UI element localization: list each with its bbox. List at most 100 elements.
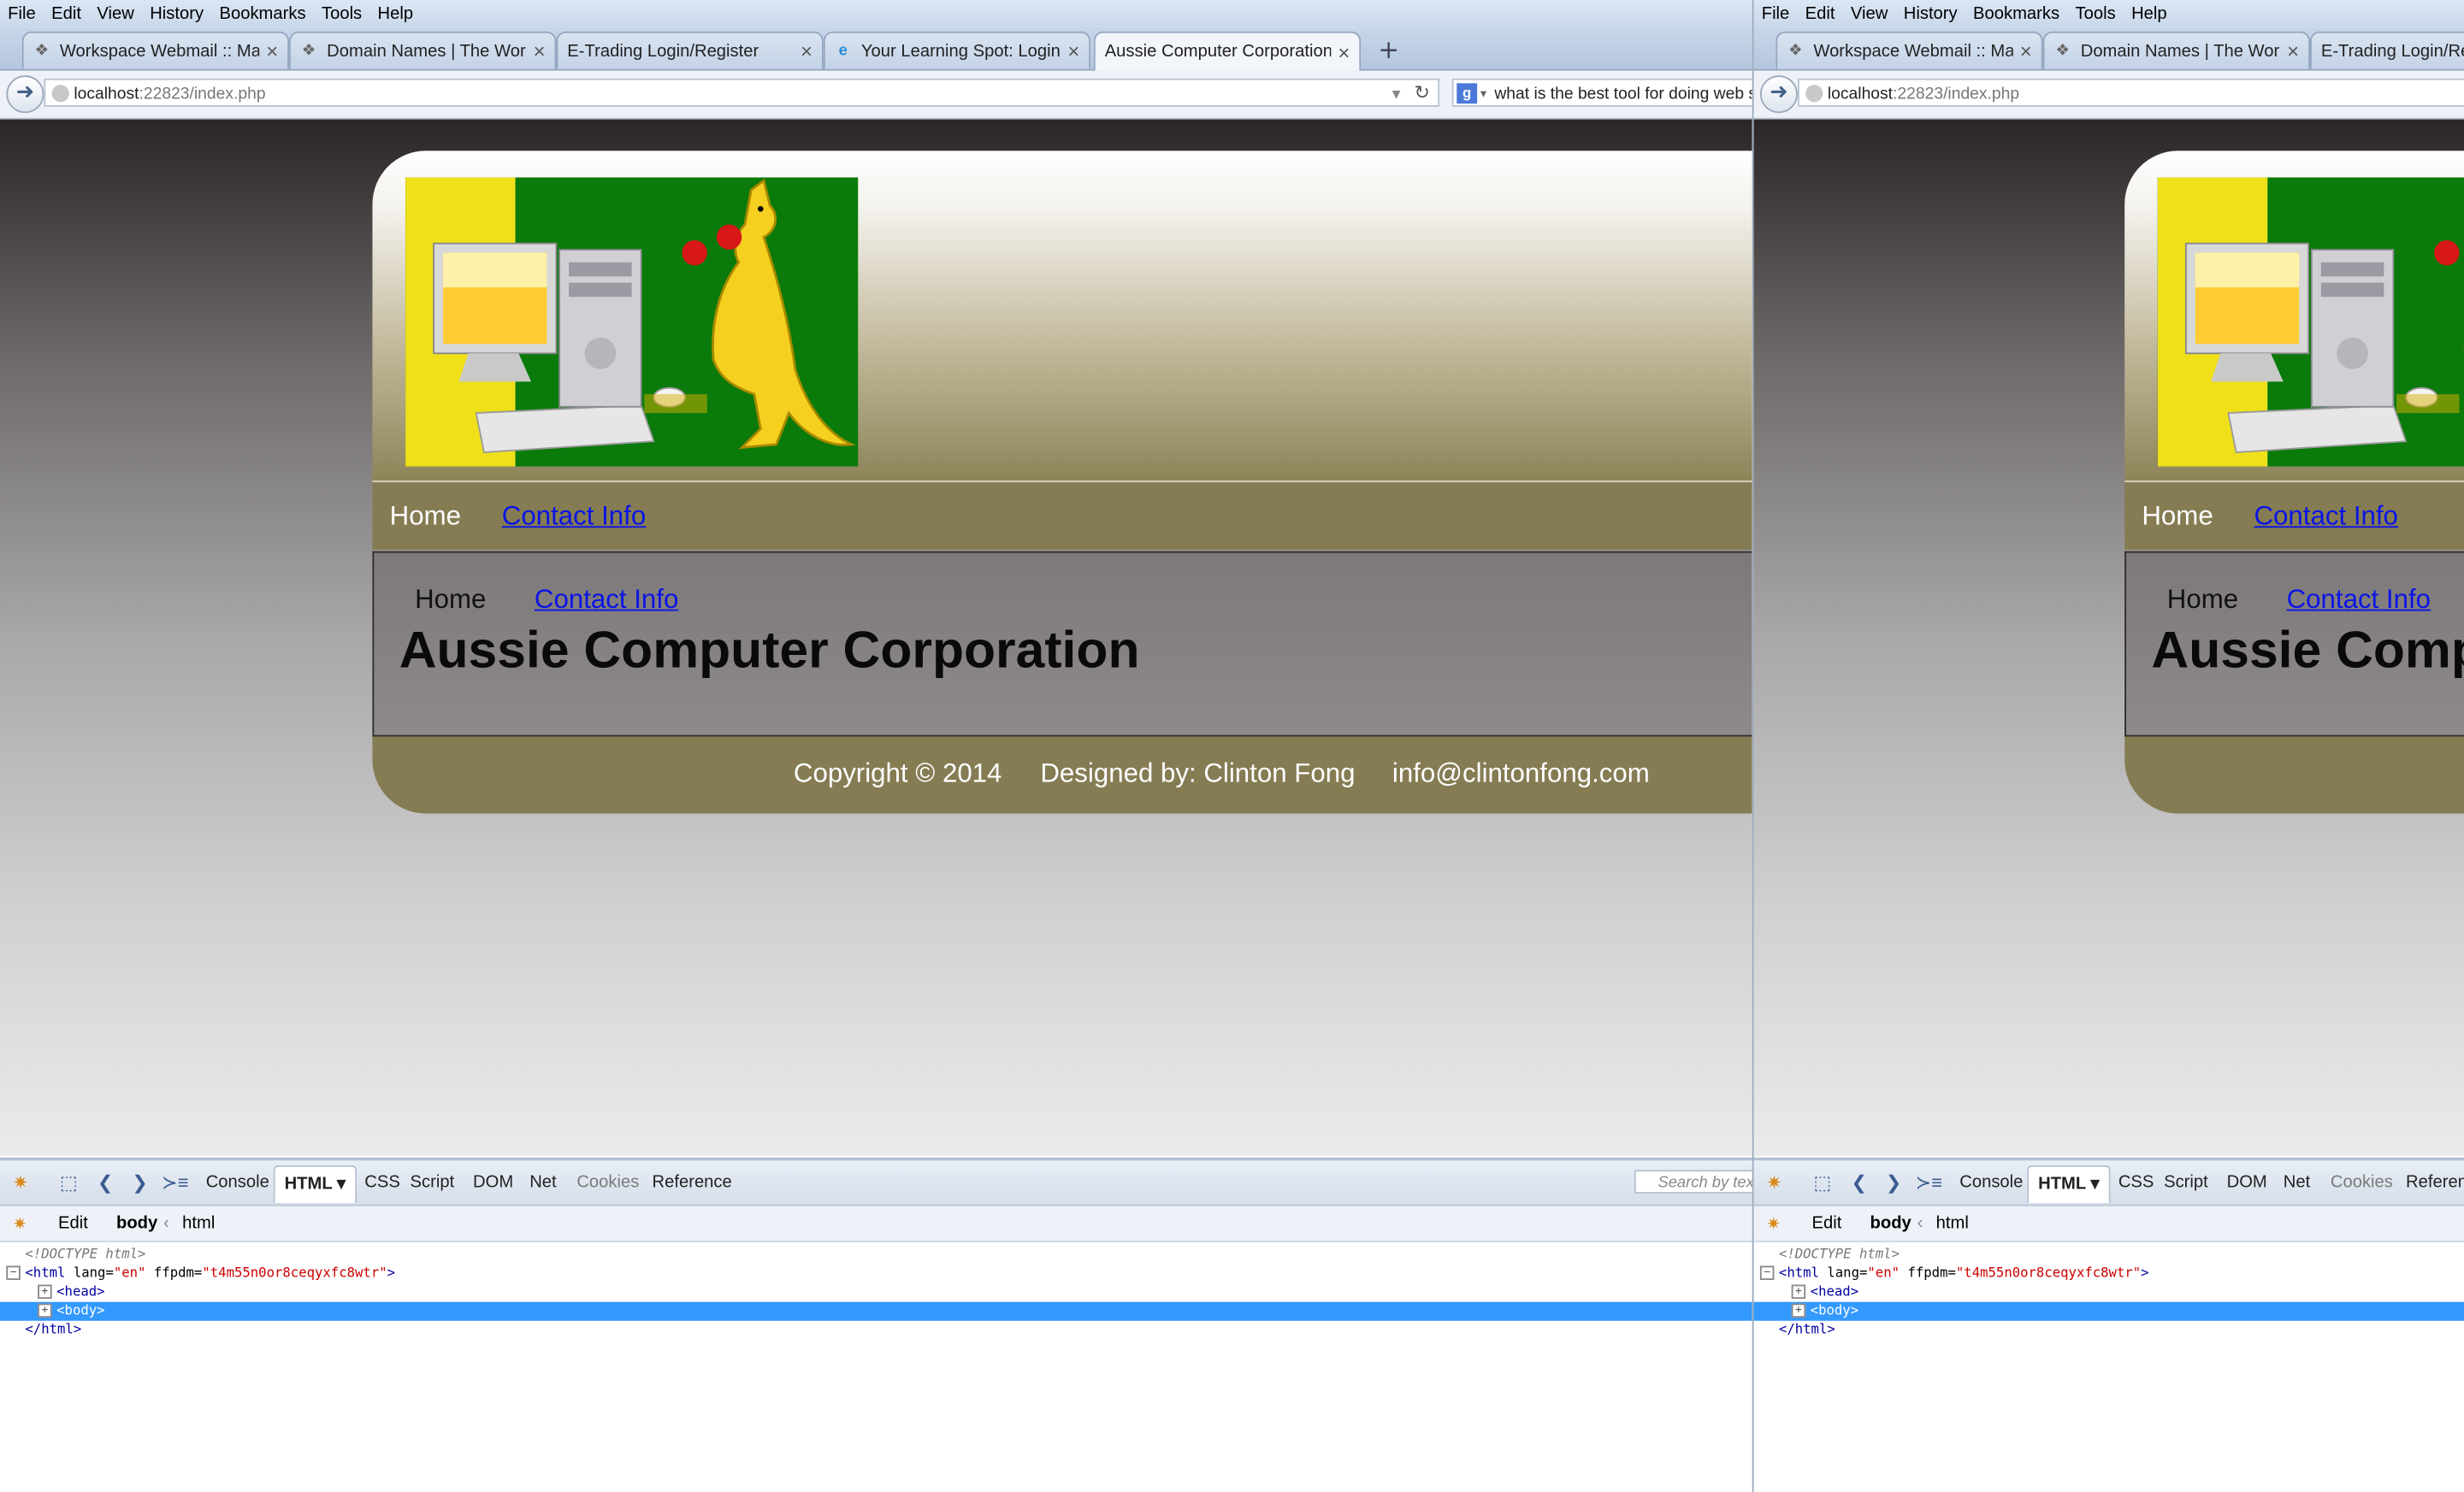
firebug-small-icon[interactable]: ✷: [13, 1214, 27, 1235]
address-bar[interactable]: localhost:22823/index.php ▼ ↻: [44, 78, 1440, 109]
firebug-icon[interactable]: ✷: [13, 1171, 28, 1194]
tab-etrading[interactable]: E-Trading Login/Register ×: [556, 31, 824, 69]
menu-edit[interactable]: Edit: [44, 4, 89, 23]
nav-home[interactable]: Home: [390, 500, 461, 532]
menu-file[interactable]: File: [0, 4, 44, 23]
content-nav-contact-info-link[interactable]: Contact Info: [535, 584, 678, 614]
devtools-tab-net[interactable]: Net: [529, 1173, 556, 1192]
tree-head-node[interactable]: + <head>: [0, 1283, 1752, 1302]
expand-icon[interactable]: +: [1791, 1284, 1806, 1300]
tab-workspace-webmail[interactable]: ❖ Workspace Webmail :: Mail... ×: [1776, 31, 2043, 69]
devtools-tab-net[interactable]: Net: [2284, 1173, 2310, 1192]
tab-etrading[interactable]: E-Trading Login/Register ×: [2309, 31, 2464, 69]
tab-workspace-webmail[interactable]: ❖ Workspace Webmail :: Mail... ×: [21, 31, 290, 69]
close-icon[interactable]: ×: [534, 39, 546, 63]
edit-button[interactable]: Edit: [1812, 1214, 1842, 1233]
devtools-tab-cookies[interactable]: Cookies: [576, 1173, 639, 1192]
devtools-tab-html[interactable]: HTML ▾: [2027, 1165, 2111, 1203]
search-engine-dropdown-icon[interactable]: ▾: [1480, 80, 1486, 105]
forward-arrow-icon[interactable]: ❯: [132, 1171, 147, 1194]
new-tab-button[interactable]: +: [1378, 34, 1399, 64]
close-icon[interactable]: ×: [1338, 40, 1350, 64]
back-arrow-icon[interactable]: ❮: [1851, 1171, 1866, 1194]
address-bar[interactable]: localhost:22823/index.php ▼ ↻: [1797, 78, 2464, 107]
breadcrumb-html[interactable]: html: [182, 1214, 215, 1233]
devtools-tab-css[interactable]: CSS: [2118, 1173, 2154, 1192]
tab-learning-spot[interactable]: e Your Learning Spot: Login ... ×: [823, 31, 1091, 69]
firebug-small-icon[interactable]: ✷: [1766, 1214, 1781, 1235]
devtools-tab-script[interactable]: Script: [2164, 1173, 2208, 1192]
devtools-tab-script[interactable]: Script: [411, 1173, 455, 1192]
devtools-tab-dom[interactable]: DOM: [473, 1173, 513, 1192]
devtools-tab-reference[interactable]: Reference: [2406, 1173, 2464, 1192]
tab-aussie-computer[interactable]: Aussie Computer Corporation ×: [1093, 31, 1362, 71]
command-line-icon[interactable]: ≻≡: [1916, 1171, 1942, 1194]
menu-view[interactable]: View: [1843, 4, 1896, 23]
inspect-icon[interactable]: ⬚: [60, 1171, 78, 1194]
breadcrumb-body[interactable]: body: [116, 1214, 157, 1233]
devtools-tab-cookies[interactable]: Cookies: [2331, 1173, 2393, 1192]
html-close-tag: </html>: [25, 1322, 82, 1338]
menu-help[interactable]: Help: [369, 4, 421, 23]
nav-contact-info-link[interactable]: Contact Info: [2254, 500, 2397, 532]
back-button[interactable]: ➜: [1759, 75, 1798, 114]
menu-tools[interactable]: Tools: [2067, 4, 2124, 23]
close-icon[interactable]: ×: [1067, 39, 1079, 63]
menu-file[interactable]: File: [1754, 4, 1798, 23]
page-title: Aussie Computer Corporation: [2151, 620, 2464, 679]
expand-icon[interactable]: +: [38, 1303, 52, 1318]
tree-body-node[interactable]: + <body>: [0, 1301, 1752, 1321]
nav-home[interactable]: Home: [2142, 500, 2213, 532]
close-icon[interactable]: ×: [266, 39, 278, 63]
search-bar[interactable]: g ▾ what is the best tool for doing web …: [1451, 78, 1752, 107]
tree-html-node[interactable]: − <html lang="en" ffpdm="t4m55n0or8ceqyxf…: [0, 1265, 1752, 1283]
devtools-search-input[interactable]: Search by text: [1634, 1170, 1752, 1194]
menu-help[interactable]: Help: [2124, 4, 2175, 23]
doctype-text: <!DOCTYPE html>: [1778, 1247, 1900, 1263]
inspect-icon[interactable]: ⬚: [1813, 1171, 1831, 1194]
command-line-icon[interactable]: ≻≡: [162, 1171, 188, 1194]
close-icon[interactable]: ×: [2287, 39, 2299, 63]
tree-body-node[interactable]: + <body>: [1753, 1301, 2464, 1321]
tab-domain-names[interactable]: ❖ Domain Names | The Worl... ×: [289, 31, 557, 69]
menu-bookmarks[interactable]: Bookmarks: [211, 4, 313, 23]
content-nav-home[interactable]: Home: [415, 584, 486, 614]
menu-bookmarks[interactable]: Bookmarks: [1965, 4, 2067, 23]
edit-button[interactable]: Edit: [58, 1214, 88, 1233]
breadcrumb-body[interactable]: body: [1870, 1214, 1912, 1233]
menu-history[interactable]: History: [142, 4, 211, 23]
breadcrumb-html[interactable]: html: [1936, 1214, 1969, 1233]
devtools-tab-css[interactable]: CSS: [364, 1173, 400, 1192]
collapse-icon[interactable]: −: [6, 1265, 21, 1280]
reload-icon[interactable]: ↻: [1415, 79, 1430, 107]
back-arrow-icon[interactable]: ❮: [97, 1171, 113, 1194]
expand-icon[interactable]: +: [38, 1284, 52, 1300]
collapse-icon[interactable]: −: [1759, 1265, 1775, 1280]
firebug-panel: ✷ ⬚ ❮ ❯ ≻≡ Console HTML ▾ CSS Script DOM…: [1753, 1157, 2464, 1492]
forward-arrow-icon[interactable]: ❯: [1886, 1171, 1901, 1194]
tab-domain-names[interactable]: ❖ Domain Names | The Worl... ×: [2042, 31, 2310, 69]
menu-edit[interactable]: Edit: [1797, 4, 1842, 23]
nav-contact-info-link[interactable]: Contact Info: [502, 500, 646, 532]
menu-history[interactable]: History: [1896, 4, 1965, 23]
devtools-tab-console[interactable]: Console: [1959, 1173, 2023, 1192]
dropdown-arrow-icon[interactable]: ▼: [1389, 80, 1403, 109]
menu-view[interactable]: View: [89, 4, 142, 23]
menu-tools[interactable]: Tools: [314, 4, 370, 23]
tree-head-node[interactable]: + <head>: [1754, 1283, 2464, 1302]
firebug-icon[interactable]: ✷: [1766, 1171, 1782, 1194]
close-icon[interactable]: ×: [801, 39, 812, 63]
page-favicon-icon: ❖: [1787, 42, 1803, 60]
page-favicon-icon: ❖: [34, 42, 49, 60]
expand-icon[interactable]: +: [1791, 1303, 1806, 1318]
content-nav-home[interactable]: Home: [2167, 584, 2238, 614]
devtools-tab-html[interactable]: HTML ▾: [273, 1165, 357, 1203]
close-icon[interactable]: ×: [2020, 39, 2032, 63]
google-search-icon[interactable]: g: [1457, 83, 1478, 104]
content-nav-contact-info-link[interactable]: Contact Info: [2287, 584, 2431, 614]
back-button[interactable]: ➜: [6, 75, 44, 114]
tree-html-node[interactable]: − <html lang="en" ffpdm="t4m55n0or8ceqyxf…: [1754, 1265, 2464, 1283]
devtools-tab-console[interactable]: Console: [206, 1173, 269, 1192]
devtools-tab-dom[interactable]: DOM: [2227, 1173, 2267, 1192]
devtools-tab-reference[interactable]: Reference: [653, 1173, 732, 1192]
